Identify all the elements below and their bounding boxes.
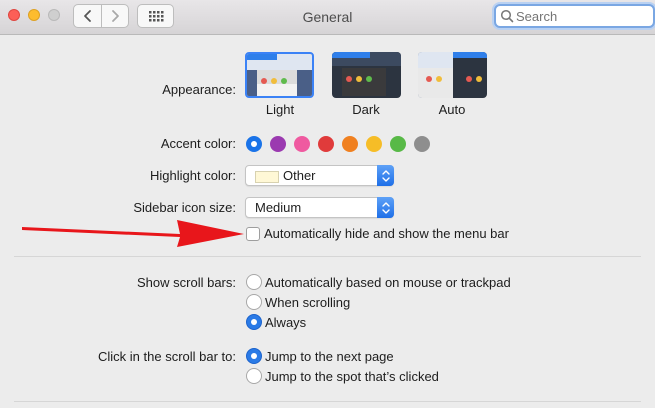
selected-indicator (251, 141, 257, 147)
search-field[interactable] (494, 4, 655, 28)
accent-color-swatch[interactable] (390, 136, 406, 152)
highlight-color-swatch (255, 171, 279, 183)
section-divider-bottom (14, 401, 641, 402)
auto-hide-menu-bar-checkbox[interactable] (246, 227, 260, 241)
accent-color-swatch[interactable] (246, 136, 262, 152)
jump-next-page-radio[interactable] (246, 348, 262, 364)
auto-hide-menu-bar-label: Automatically hide and show the menu bar (264, 226, 509, 241)
search-input[interactable] (516, 7, 646, 25)
highlight-color-popup[interactable]: Other (245, 165, 394, 186)
jump-next-page-label: Jump to the next page (265, 349, 394, 364)
sidebar-icon-size-popup[interactable]: Medium (245, 197, 394, 218)
red-arrow-annotation (22, 220, 244, 247)
highlight-color-label: Highlight color: (150, 168, 236, 183)
jump-to-spot-radio[interactable] (246, 368, 262, 384)
scroll-bars-auto-radio[interactable] (246, 274, 262, 290)
accent-color-label: Accent color: (160, 136, 236, 151)
highlight-color-value: Other (283, 168, 316, 183)
scroll-bars-always-radio[interactable] (246, 314, 262, 330)
auto-mode-preview-icon (418, 52, 487, 98)
scroll-bars-auto-label: Automatically based on mouse or trackpad (265, 275, 511, 290)
appearance-dark-label: Dark (352, 102, 380, 117)
chevron-up-down-icon (381, 169, 390, 182)
sidebar-icon-size-label: Sidebar icon size: (133, 200, 236, 215)
popup-stepper (377, 197, 394, 218)
accent-color-swatch[interactable] (366, 136, 382, 152)
accent-color-swatch[interactable] (270, 136, 286, 152)
appearance-light-label: Light (265, 102, 295, 117)
scroll-bars-when-scrolling-label: When scrolling (265, 295, 351, 310)
dark-mode-preview-icon (332, 52, 401, 98)
appearance-auto-label: Auto (438, 102, 466, 117)
search-icon (500, 9, 514, 23)
chevron-up-down-icon (381, 201, 390, 214)
accent-color-swatch[interactable] (342, 136, 358, 152)
popup-stepper (377, 165, 394, 186)
appearance-light-thumbnail[interactable] (245, 52, 314, 98)
scroll-bars-always-label: Always (265, 315, 307, 330)
light-mode-preview-icon (247, 54, 312, 96)
appearance-dark-thumbnail[interactable] (332, 52, 401, 98)
accent-color-swatch[interactable] (294, 136, 310, 152)
scroll-bars-when-scrolling-radio[interactable] (246, 294, 262, 310)
title-bar: General (0, 0, 655, 35)
appearance-label: Appearance: (162, 82, 236, 97)
jump-to-spot-label: Jump to the spot that’s clicked (265, 369, 439, 384)
accent-color-swatch[interactable] (318, 136, 334, 152)
sidebar-icon-size-value: Medium (255, 200, 302, 215)
click-scroll-bar-label: Click in the scroll bar to: (98, 349, 236, 364)
show-scroll-bars-label: Show scroll bars: (137, 275, 236, 290)
accent-color-swatch[interactable] (414, 136, 430, 152)
section-divider (14, 256, 641, 257)
appearance-auto-thumbnail[interactable] (418, 52, 487, 98)
